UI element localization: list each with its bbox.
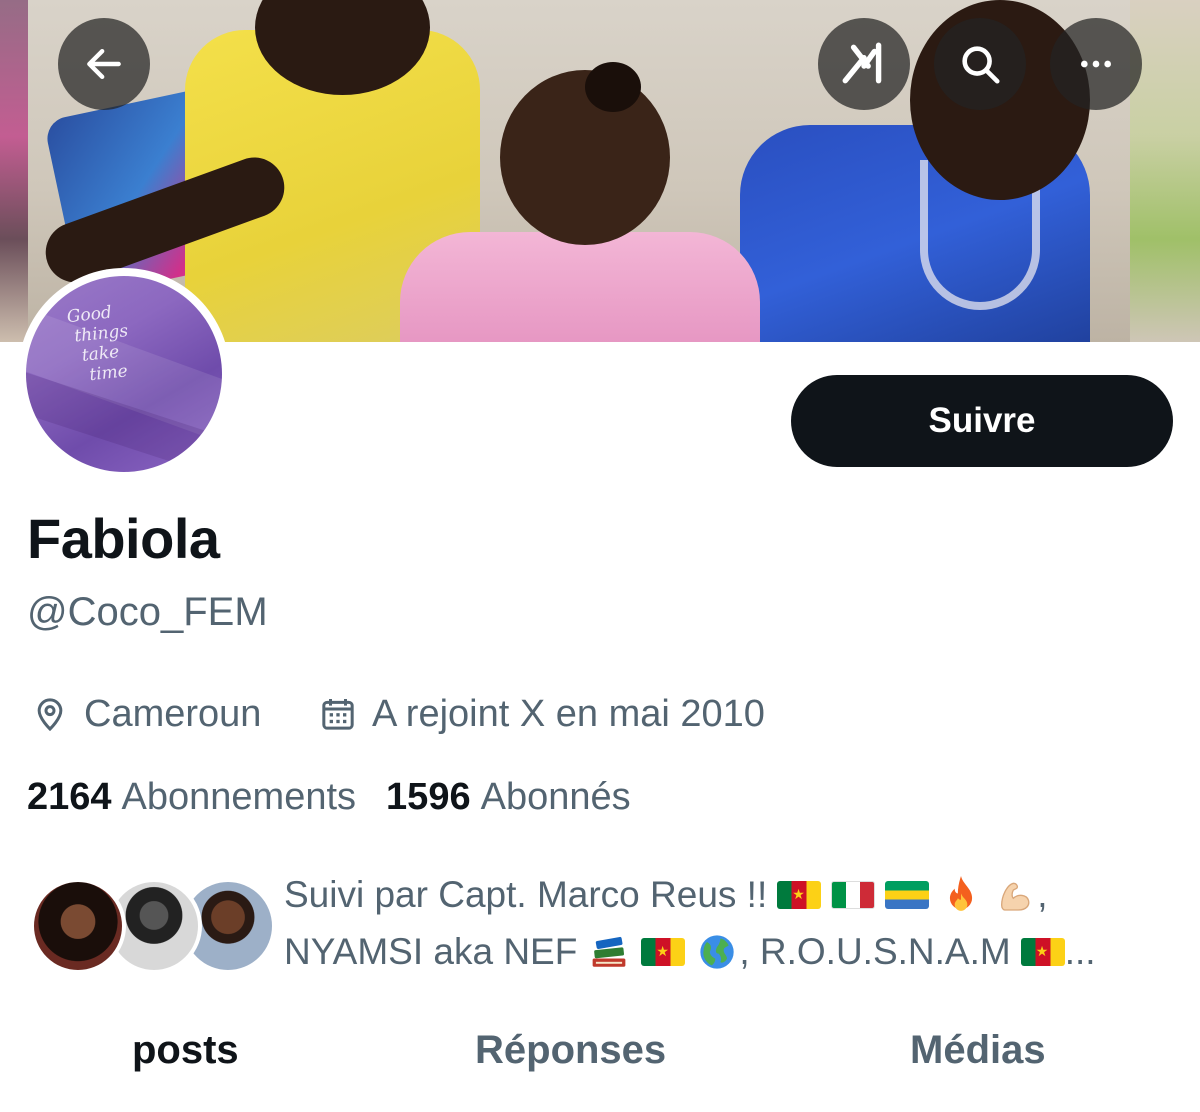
more-options-button[interactable] <box>1050 18 1142 110</box>
mutual-followers-avatars[interactable] <box>30 878 276 974</box>
more-horizontal-icon <box>1081 60 1111 68</box>
follow-counts: 2164 Abonnements 1596 Abonnés <box>27 776 631 819</box>
following-link[interactable]: 2164 Abonnements <box>27 776 356 819</box>
following-count: 2164 <box>27 776 112 818</box>
books-icon <box>587 930 631 974</box>
back-button[interactable] <box>58 18 150 110</box>
banner-decoration <box>0 0 28 342</box>
following-label: Abonnements <box>121 776 357 818</box>
grok-button[interactable] <box>818 18 910 110</box>
followers-link[interactable]: 1596 Abonnés <box>386 776 631 819</box>
followed-by-ellipsis: ... <box>1064 931 1096 972</box>
avatar <box>30 878 126 974</box>
tab-posts[interactable]: posts <box>132 1028 239 1073</box>
avatar[interactable]: Good things take time <box>26 276 222 472</box>
avatar-caption: Good things take time <box>65 302 130 387</box>
profile-name: Fabiola <box>27 507 220 570</box>
globe-icon <box>695 930 739 974</box>
gabon-flag-icon <box>885 880 930 909</box>
flexed-biceps-icon <box>993 873 1037 917</box>
profile-tabs: posts Réponses Médias <box>0 1028 1200 1098</box>
tab-media[interactable]: Médias <box>910 1028 1046 1073</box>
italy-flag-icon <box>831 880 876 909</box>
followed-by-line2-a: NYAMSI aka NEF <box>284 931 578 972</box>
banner-decoration <box>1130 0 1200 342</box>
followed-by-comma: , <box>1037 874 1048 915</box>
profile-handle: @Coco_FEM <box>27 590 268 634</box>
followed-by-line2-b: , R.O.U.S.N.A.M <box>739 931 1011 972</box>
location-label: Cameroun <box>84 692 262 735</box>
banner-photo-detail <box>400 232 760 342</box>
banner-photo-detail <box>500 70 670 245</box>
tab-replies[interactable]: Réponses <box>475 1028 666 1073</box>
search-icon <box>962 46 1000 84</box>
fire-icon <box>939 873 983 917</box>
cameroon-flag-icon <box>1020 937 1065 966</box>
grok-icon <box>842 42 882 84</box>
followed-by-line1: Suivi par Capt. Marco Reus !! <box>284 874 768 915</box>
location-pin-icon <box>37 698 63 732</box>
search-button[interactable] <box>934 18 1026 110</box>
join-date-label: A rejoint X en mai 2010 <box>372 692 765 735</box>
followed-by-text[interactable]: Suivi par Capt. Marco Reus !! , NYAMSI a… <box>284 866 1174 980</box>
followers-label: Abonnés <box>480 776 631 818</box>
followers-count: 1596 <box>386 776 471 818</box>
cameroon-flag-icon <box>641 937 686 966</box>
arrow-left-icon <box>87 48 121 80</box>
profile-location: Cameroun <box>30 690 261 738</box>
follow-button[interactable]: Suivre <box>791 375 1173 467</box>
calendar-icon <box>322 699 354 730</box>
cameroon-flag-icon <box>777 880 822 909</box>
banner-photo-detail <box>585 62 641 112</box>
profile-join-date: A rejoint X en mai 2010 <box>318 690 765 738</box>
